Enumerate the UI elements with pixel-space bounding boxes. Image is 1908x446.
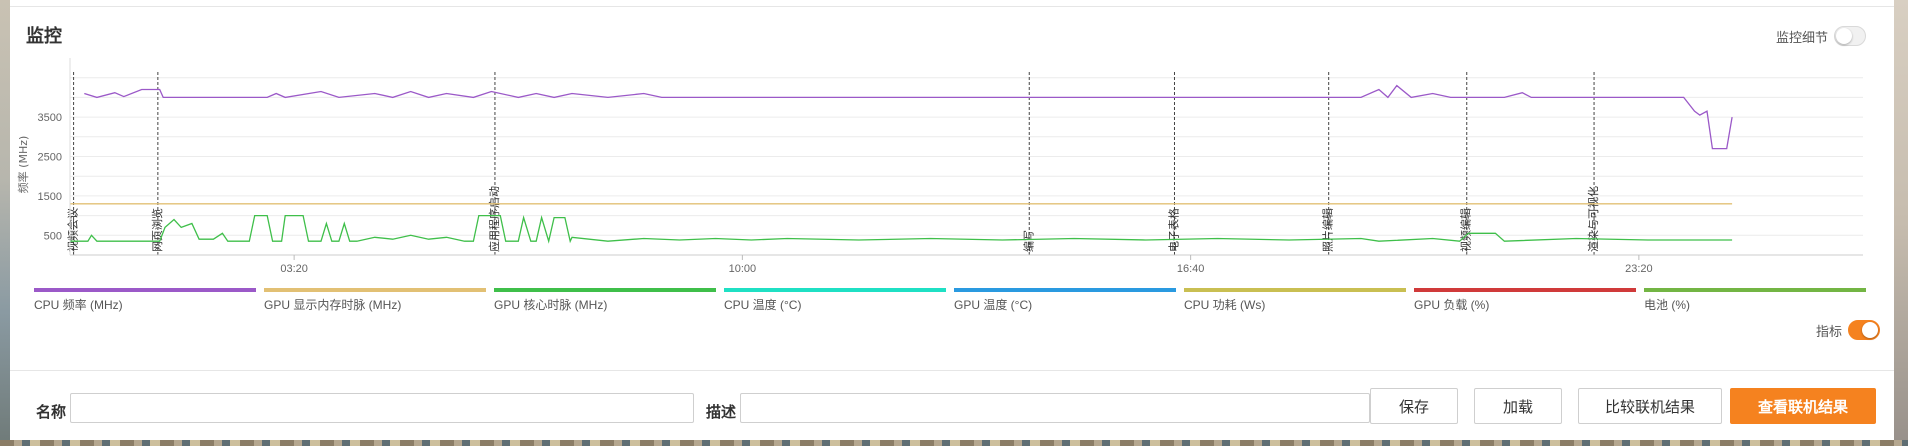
monitor-panel: 监控 监控细节 视频会议 网页浏览 应用程序启动 编写 电子表格 照片编辑 视频编辑 渲染与可… [10,0,1894,440]
chart-legend: CPU 频率 (MHz) GPU 显示内存时脉 (MHz) GPU 核心时脉 (MH… [34,288,1880,314]
legend-swatch [264,288,486,292]
legend-item[interactable]: GPU 显示内存时脉 (MHz) [264,288,486,313]
toggle-knob [1862,322,1879,338]
scene-marker-label: 电子表格 [1166,208,1180,252]
background-right [1894,0,1908,446]
legend-swatch [724,288,946,292]
compare-results-button[interactable]: 比较联机结果 [1578,388,1722,424]
legend-label: GPU 温度 (°C) [954,298,1033,312]
x-tick-label: 16:40 [1177,263,1205,275]
indicator-toggle-group: 指标 [1816,320,1881,340]
chart-series [70,84,1733,244]
legend-swatch [1414,288,1636,292]
legend-swatch [1644,288,1866,292]
frequency-chart: 视频会议 网页浏览 应用程序启动编写 电子表格 照片编辑 视频编辑 渲染与可视化 500 15… [16,58,1863,275]
indicator-toggle[interactable] [1848,320,1881,340]
x-tick-label: 10:00 [729,263,757,275]
scene-marker-label: 网页浏览 [150,208,164,252]
x-tick-label: 23:20 [1625,263,1653,275]
legend-label: GPU 核心时脉 (MHz) [494,298,608,312]
description-input[interactable] [740,393,1370,423]
y-tick-label: 1500 [38,191,62,203]
legend-label: GPU 显示内存时脉 (MHz) [264,298,402,312]
legend-swatch [34,288,256,292]
legend-item[interactable]: CPU 功耗 (Ws) [1184,288,1406,313]
background-bottom [0,440,1908,446]
scene-marker-label: 应用程序启动 [487,186,501,252]
y-tick-label: 2500 [38,152,62,164]
y-tick-label: 3500 [38,112,62,124]
save-button[interactable]: 保存 [1370,388,1458,424]
y-axis-title: 频率 (MHz) [16,136,30,194]
scene-marker-label: 照片编辑 [1321,208,1335,252]
y-tick-label: 500 [44,230,62,242]
legend-swatch [494,288,716,292]
legend-label: CPU 频率 (MHz) [34,298,123,312]
legend-label: GPU 负载 (%) [1414,298,1490,312]
scene-marker-label: 视频编辑 [1459,208,1473,252]
load-button[interactable]: 加载 [1474,388,1562,424]
name-input[interactable] [70,393,694,423]
view-results-button[interactable]: 查看联机结果 [1730,388,1876,424]
legend-item[interactable]: CPU 温度 (°C) [724,288,946,313]
scene-markers: 视频会议 网页浏览 应用程序启动编写 电子表格 照片编辑 视频编辑 渲染与可视化 [66,72,1600,255]
legend-item[interactable]: GPU 负载 (%) [1414,288,1636,313]
description-label: 描述 [706,403,737,421]
legend-label: CPU 温度 (°C) [724,298,802,312]
legend-item[interactable]: GPU 温度 (°C) [954,288,1176,313]
legend-label: 电池 (%) [1644,298,1690,312]
scene-marker-label: 渲染与可视化 [1586,186,1600,252]
scene-marker-label: 视频会议 [66,208,80,252]
form-divider [10,370,1894,371]
legend-item[interactable]: GPU 核心时脉 (MHz) [494,288,716,313]
name-label: 名称 [36,403,67,421]
chart-axes: 500 1500 2500 3500 频率 (MHz) 03:20 10:00 16:40 23… [16,58,1863,275]
legend-label: CPU 功耗 (Ws) [1184,298,1266,312]
legend-item[interactable]: CPU 频率 (MHz) [34,288,256,313]
series-line [70,214,1733,244]
background-left [0,0,10,446]
scene-marker-label: 编写 [1021,230,1035,252]
legend-swatch [1184,288,1406,292]
legend-swatch [954,288,1176,292]
indicator-toggle-label: 指标 [1816,323,1843,339]
x-tick-label: 03:20 [280,263,308,275]
legend-item[interactable]: 电池 (%) [1644,288,1866,313]
